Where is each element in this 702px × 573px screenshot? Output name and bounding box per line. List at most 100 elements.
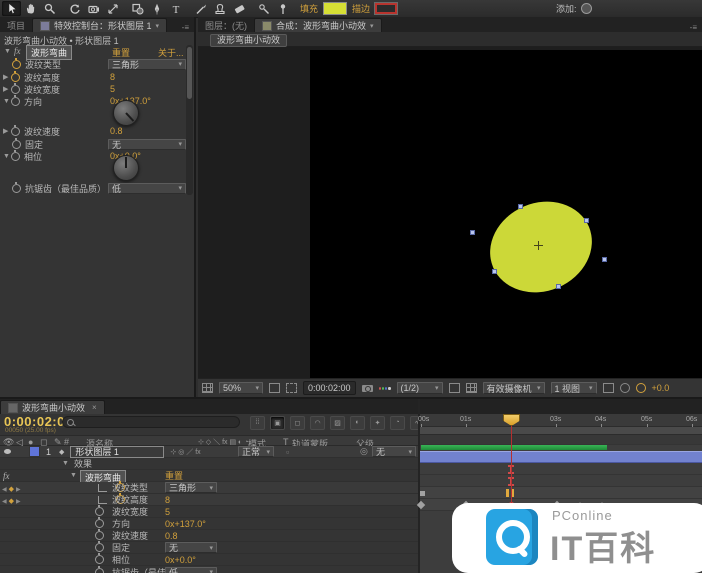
tl-antialias-dropdown[interactable]: 低 bbox=[165, 567, 217, 573]
layer-duration-bar[interactable] bbox=[420, 451, 702, 463]
stopwatch-wave-speed-icon[interactable] bbox=[11, 127, 20, 136]
composition-stage[interactable] bbox=[198, 47, 702, 378]
tl-wave-speed-value[interactable]: 0.8 bbox=[165, 531, 178, 541]
tl-stopwatch-pinning-icon[interactable] bbox=[95, 543, 104, 552]
pinning-dropdown[interactable]: 无 bbox=[108, 139, 186, 150]
fill-color-swatch[interactable] bbox=[323, 2, 347, 15]
pixel-aspect-icon[interactable] bbox=[603, 383, 614, 393]
stopwatch-pinning-icon[interactable] bbox=[12, 140, 21, 149]
brush-tool-icon[interactable] bbox=[191, 1, 210, 16]
wave-width-value[interactable]: 5 bbox=[110, 84, 115, 94]
tab-layer-viewer[interactable]: 图层：(无) bbox=[198, 19, 254, 32]
stopwatch-direction-icon[interactable] bbox=[11, 97, 20, 106]
scrollbar-thumb[interactable] bbox=[187, 47, 192, 99]
add-keyframe-icon[interactable] bbox=[9, 483, 14, 493]
tl-phase-label[interactable]: 相位 bbox=[112, 553, 130, 566]
motion-blur-icon[interactable]: ◐ bbox=[350, 416, 365, 430]
wave-warp-expander-icon[interactable] bbox=[70, 472, 78, 479]
rotation-tool-icon[interactable] bbox=[65, 1, 84, 16]
stopwatch-wave-height-icon[interactable] bbox=[11, 73, 20, 82]
tl-stopwatch-phase-icon[interactable] bbox=[95, 555, 104, 564]
clone-stamp-tool-icon[interactable] bbox=[210, 1, 229, 16]
draft-3d-icon[interactable]: ◻ bbox=[290, 416, 305, 430]
hand-tool-icon[interactable] bbox=[21, 1, 40, 16]
exposure-value[interactable]: +0.0 bbox=[652, 383, 670, 393]
prev-keyframe-icon[interactable] bbox=[2, 495, 7, 505]
roi-icon[interactable] bbox=[449, 383, 460, 393]
live-update-icon[interactable]: ▣ bbox=[270, 416, 285, 430]
stopwatch-antialias-icon[interactable] bbox=[12, 184, 21, 193]
add-label[interactable]: 添加: bbox=[556, 2, 577, 15]
zoom-tool-icon[interactable] bbox=[40, 1, 59, 16]
fast-preview-icon[interactable] bbox=[620, 383, 630, 393]
camera-view-dropdown[interactable]: 有效摄像机 bbox=[483, 382, 545, 394]
effect-panel-scrollbar[interactable] bbox=[186, 45, 193, 195]
tl-stopwatch-wave-speed-icon[interactable] bbox=[95, 531, 104, 540]
layer-visibility-eye-icon[interactable] bbox=[4, 449, 11, 454]
parent-pickwhip-icon[interactable]: ◎ bbox=[360, 446, 368, 457]
exposure-icon[interactable] bbox=[636, 383, 646, 393]
layer-mode-dropdown[interactable]: 正常 bbox=[238, 446, 274, 457]
effects-group-expander-icon[interactable] bbox=[62, 460, 70, 467]
direction-dial[interactable] bbox=[113, 100, 139, 126]
hide-shy-layers-icon[interactable]: ◠ bbox=[310, 416, 325, 430]
effects-group-label[interactable]: 效果 bbox=[74, 457, 92, 470]
tab-composition-viewer[interactable]: 合成：波形弯曲小动效 ▾ bbox=[254, 18, 382, 32]
roto-brush-tool-icon[interactable] bbox=[254, 1, 273, 16]
stopwatch-phase-icon[interactable] bbox=[11, 152, 20, 161]
wave-height-value[interactable]: 8 bbox=[110, 72, 115, 82]
shape-handle[interactable] bbox=[584, 218, 589, 223]
stroke-label[interactable]: 描边 bbox=[352, 2, 370, 15]
viewer-panel-menu-icon[interactable]: -≡ bbox=[685, 23, 702, 32]
next-keyframe-icon[interactable] bbox=[16, 495, 21, 505]
tl-pinning-dropdown[interactable]: 无 bbox=[165, 542, 217, 553]
comp-tab-dropdown-icon[interactable]: ▾ bbox=[370, 22, 374, 30]
comp-breadcrumb-button[interactable]: 波形弯曲小动效 bbox=[210, 34, 287, 47]
safe-margins-icon[interactable] bbox=[269, 383, 280, 393]
stopwatch-wave-width-icon[interactable] bbox=[11, 85, 20, 94]
eraser-tool-icon[interactable] bbox=[229, 1, 248, 16]
stroke-color-swatch[interactable] bbox=[375, 3, 397, 14]
fill-label[interactable]: 填充 bbox=[300, 2, 318, 15]
next-keyframe-icon[interactable] bbox=[16, 483, 21, 493]
wave-width-expander-icon[interactable] bbox=[3, 85, 11, 93]
transparency-grid-icon[interactable] bbox=[466, 383, 477, 393]
text-tool-icon[interactable]: T bbox=[166, 1, 185, 16]
magnification-dropdown[interactable]: 50% bbox=[219, 382, 263, 394]
effect-expander-icon[interactable] bbox=[4, 48, 12, 55]
puppet-pin-tool-icon[interactable] bbox=[273, 1, 292, 16]
hold-keyframe[interactable] bbox=[420, 491, 425, 496]
tl-phase-value[interactable]: 0x+0.0° bbox=[165, 555, 196, 565]
tab-dropdown-icon[interactable]: ▾ bbox=[156, 22, 160, 30]
tl-wave-height-value[interactable]: 8 bbox=[165, 495, 170, 505]
tl-direction-value[interactable]: 0x+137.0° bbox=[165, 519, 206, 529]
tl-stopwatch-wave-width-icon[interactable] bbox=[95, 507, 104, 516]
mask-visibility-icon[interactable] bbox=[286, 383, 297, 393]
channel-icon[interactable] bbox=[379, 384, 391, 392]
timeline-tab-close-icon[interactable]: × bbox=[92, 403, 97, 412]
prev-keyframe-icon[interactable] bbox=[2, 483, 7, 493]
wave-height-expander-icon[interactable] bbox=[3, 73, 11, 81]
region-of-interest-icon[interactable] bbox=[202, 383, 213, 393]
shape-handle[interactable] bbox=[492, 269, 497, 274]
tl-wave-type-dropdown[interactable]: 三角形 bbox=[165, 482, 217, 493]
camera-tool-icon[interactable] bbox=[84, 1, 103, 16]
resolution-dropdown[interactable]: (1/2) bbox=[397, 382, 443, 394]
layer-shy-icon[interactable]: ◆ bbox=[59, 448, 64, 456]
antialias-dropdown[interactable]: 低 bbox=[108, 183, 186, 194]
snapshot-icon[interactable] bbox=[362, 385, 373, 392]
tab-project[interactable]: 项目 bbox=[0, 19, 32, 32]
brainstorm-icon[interactable]: ✦ bbox=[370, 416, 385, 430]
auto-keyframe-icon[interactable]: ◔ bbox=[390, 416, 405, 430]
tl-stopwatch-direction-icon[interactable] bbox=[95, 519, 104, 528]
layer-switch-icons[interactable]: ⊹ ◎ ／ fx bbox=[170, 447, 200, 457]
wave-height-keyframe-nav[interactable] bbox=[0, 495, 30, 505]
shape-handle[interactable] bbox=[470, 230, 475, 235]
tab-effect-controls[interactable]: 特效控制台：形状图层 1 ▾ bbox=[32, 18, 167, 32]
panel-menu-icon[interactable]: -≡ bbox=[177, 23, 194, 32]
tl-stopwatch-antialias-icon[interactable] bbox=[95, 568, 104, 573]
phase-expander-icon[interactable] bbox=[3, 153, 11, 160]
shape-tool-icon[interactable] bbox=[128, 1, 147, 16]
phase-dial[interactable] bbox=[113, 155, 139, 181]
direction-expander-icon[interactable] bbox=[3, 98, 11, 105]
